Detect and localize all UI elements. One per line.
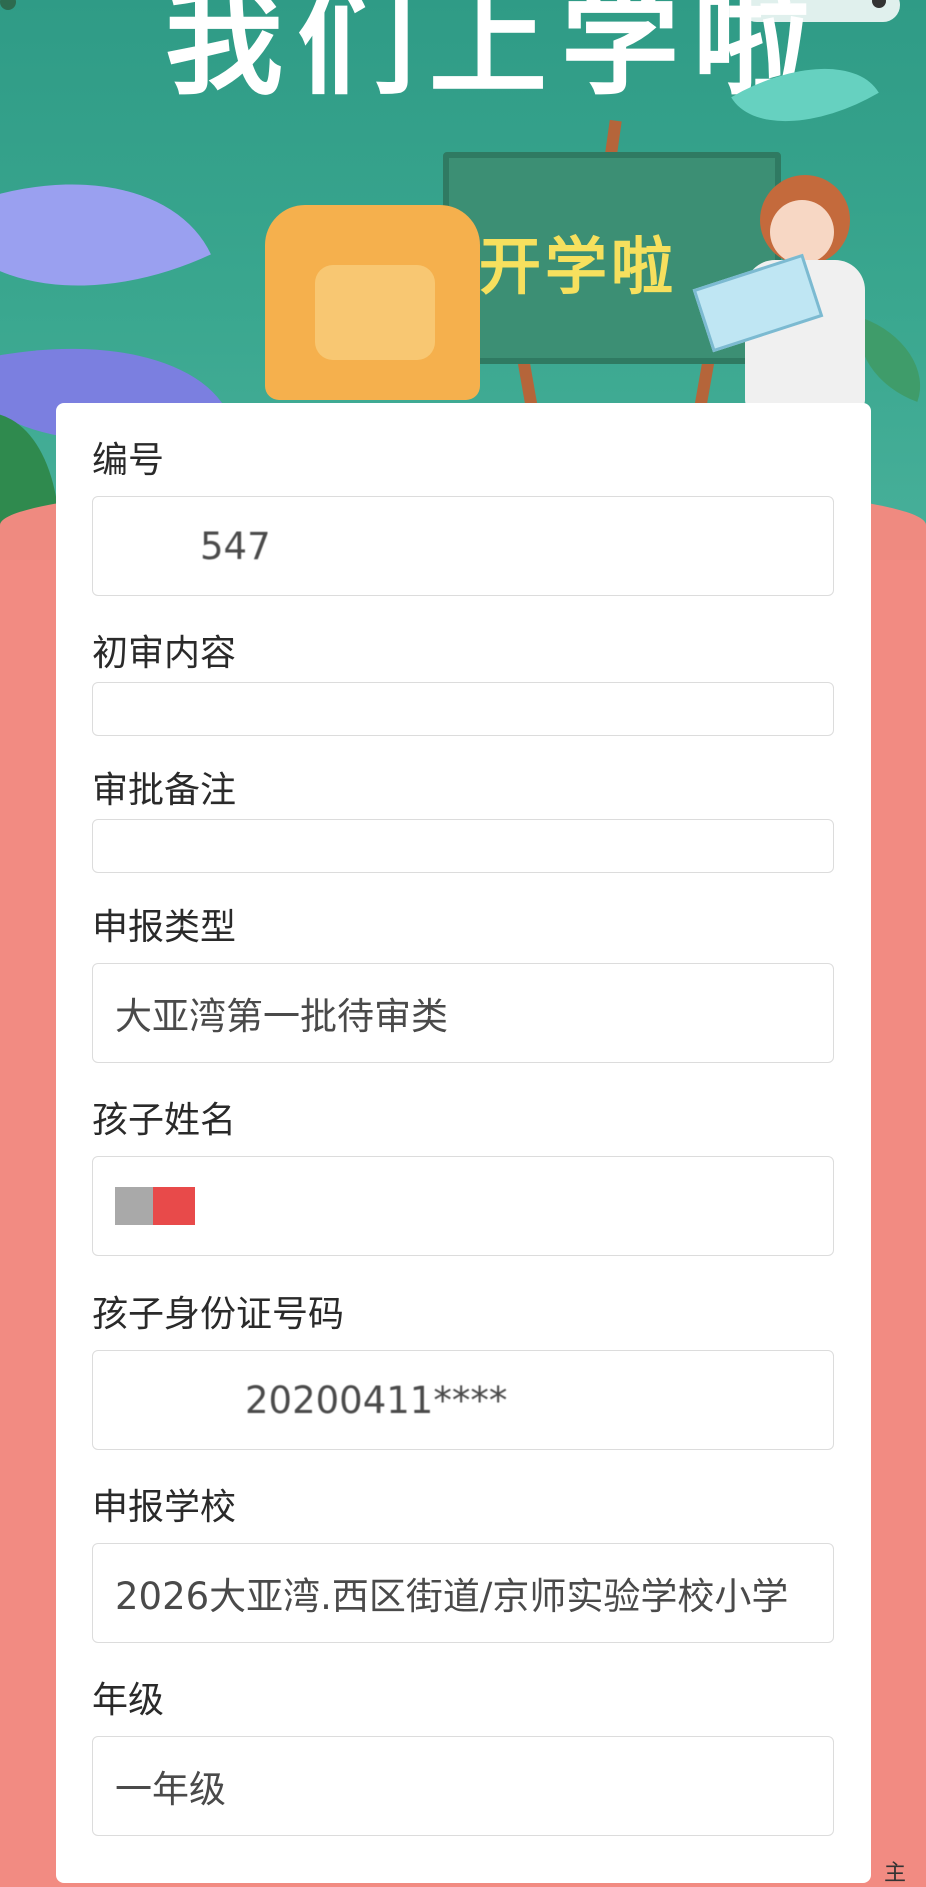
field-label: 孩子姓名 — [92, 1100, 237, 1141]
child-id-number-input[interactable]: 20200411**** — [92, 1350, 834, 1450]
field-label: 初审内容 — [92, 633, 237, 674]
child-name-input[interactable] — [92, 1156, 834, 1256]
field-label: 申报类型 — [92, 907, 237, 948]
field-label: 申报学校 — [92, 1487, 237, 1528]
close-icon[interactable] — [872, 0, 886, 8]
field-school: 申报学校 2026大亚湾.西区街道/京师实验学校小学 — [92, 1486, 836, 1643]
number-input[interactable]: 547 — [92, 496, 834, 596]
school-input[interactable]: 2026大亚湾.西区街道/京师实验学校小学 — [92, 1543, 834, 1643]
input-value: 大亚湾第一批待审类 — [115, 995, 448, 1038]
initial-review-input[interactable] — [92, 682, 834, 736]
field-grade: 年级 一年级 — [92, 1679, 836, 1836]
field-child-id-number: 孩子身份证号码 20200411**** — [92, 1293, 836, 1450]
input-value: 547 — [200, 524, 271, 568]
field-approval-remarks: 审批备注 — [92, 769, 836, 873]
redaction-mask — [115, 1187, 153, 1225]
field-number: 编号 547 — [92, 439, 836, 596]
application-type-input[interactable]: 大亚湾第一批待审类 — [92, 963, 834, 1063]
banner-title: 我们上学啦 — [165, 0, 826, 111]
field-initial-review: 初审内容 — [92, 632, 836, 736]
input-value: 一年级 — [115, 1768, 226, 1811]
application-form-panel: 编号 547 初审内容 审批备注 申报类型 大亚湾第一批待审类 孩子姓名 孩子身… — [56, 403, 871, 1883]
blackboard-text: 开学啦 — [479, 230, 678, 303]
leaf-illustration — [0, 118, 211, 352]
input-value: 2026大亚湾.西区街道/京师实验学校小学 — [115, 1575, 789, 1618]
status-dot-icon — [0, 0, 16, 10]
grade-input[interactable]: 一年级 — [92, 1736, 834, 1836]
field-child-name: 孩子姓名 — [92, 1099, 836, 1256]
approval-remarks-input[interactable] — [92, 819, 834, 873]
field-label: 年级 — [92, 1680, 165, 1721]
field-label: 孩子身份证号码 — [92, 1294, 345, 1335]
corner-text: 主 — [883, 1861, 906, 1886]
backpack-pocket — [315, 265, 435, 360]
field-label: 审批备注 — [92, 770, 237, 811]
redaction-mask — [153, 1187, 195, 1225]
field-label: 编号 — [92, 440, 165, 481]
mini-program-capsule[interactable] — [740, 0, 900, 22]
backpack-illustration — [265, 205, 480, 400]
input-value: 20200411**** — [245, 1378, 508, 1422]
field-application-type: 申报类型 大亚湾第一批待审类 — [92, 906, 836, 1063]
